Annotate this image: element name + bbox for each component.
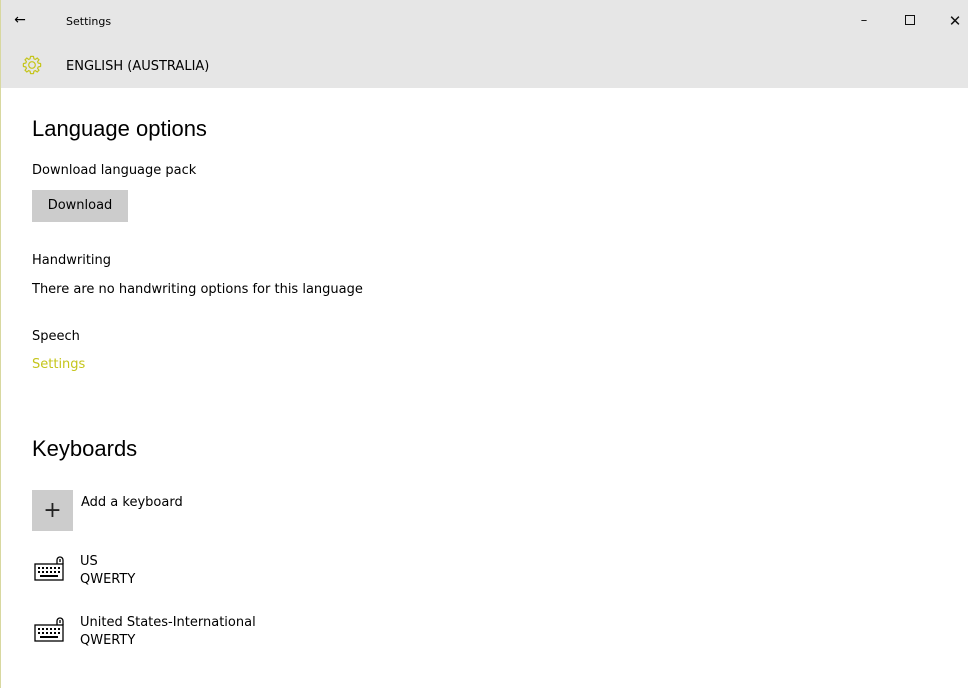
plus-icon: +	[43, 498, 62, 523]
title-bar: ← Settings – ✕	[1, 0, 968, 50]
gear-icon	[22, 55, 42, 75]
keyboard-name: US	[80, 554, 98, 569]
download-pack-label: Download language pack	[32, 163, 197, 178]
settings-window: ← Settings – ✕ ENGLISH (AUSTRALIA) Langu…	[0, 0, 968, 688]
keyboard-icon	[34, 617, 64, 642]
handwriting-text: There are no handwriting options for thi…	[32, 282, 363, 297]
add-keyboard-label[interactable]: Add a keyboard	[81, 494, 183, 512]
keyboard-item-us[interactable]: US QWERTY	[32, 553, 432, 593]
handwriting-label: Handwriting	[32, 253, 112, 268]
minimize-button[interactable]: –	[854, 12, 874, 30]
back-arrow-icon[interactable]: ←	[10, 10, 30, 30]
language-title: ENGLISH (AUSTRALIA)	[66, 59, 210, 74]
keyboard-layout: QWERTY	[80, 572, 136, 587]
speech-label: Speech	[32, 329, 80, 344]
add-keyboard-button[interactable]: +	[32, 490, 73, 531]
keyboard-item-us-international[interactable]: United States-International QWERTY	[32, 614, 432, 654]
page-header: ENGLISH (AUSTRALIA)	[1, 50, 968, 88]
language-options-heading: Language options	[32, 116, 207, 141]
maximize-icon	[905, 14, 915, 25]
close-button[interactable]: ✕	[945, 12, 965, 30]
keyboards-heading: Keyboards	[32, 436, 138, 461]
keyboard-name: United States-International	[80, 615, 256, 630]
keyboard-layout: QWERTY	[80, 633, 136, 648]
speech-settings-link[interactable]: Settings	[32, 356, 85, 374]
keyboard-icon	[34, 556, 64, 581]
maximize-button[interactable]	[900, 12, 920, 30]
window-title: Settings	[66, 15, 112, 28]
download-button[interactable]: Download	[32, 190, 128, 222]
